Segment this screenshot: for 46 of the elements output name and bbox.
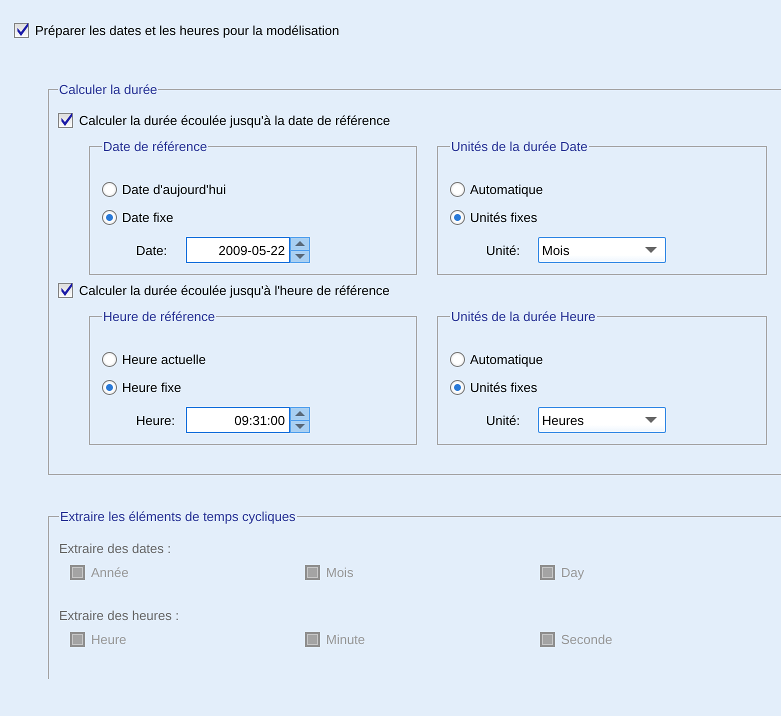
- radio-button[interactable]: [450, 380, 465, 394]
- radio-label: Heure fixe: [122, 380, 182, 394]
- group-title: Calculer la durée: [58, 82, 158, 97]
- radio-label: Automatique: [470, 182, 543, 196]
- group-title: Date de référence: [102, 139, 208, 154]
- section-label: Extraire des dates :: [59, 540, 172, 558]
- field-label: Heure:: [136, 412, 176, 428]
- radio-button[interactable]: [450, 352, 465, 366]
- checkbox[interactable]: [58, 282, 73, 298]
- dropdown[interactable]: Heures: [538, 407, 666, 433]
- radio-label: Unités fixes: [470, 380, 538, 394]
- checkbox-label: Heure: [91, 632, 126, 646]
- group-title: Unités de la durée Date: [450, 139, 589, 154]
- radio-label: Unités fixes: [470, 210, 538, 224]
- checkbox-label: Seconde: [561, 632, 612, 646]
- radio-label: Heure actuelle: [122, 352, 206, 366]
- input-field[interactable]: 2009-05-22: [186, 237, 290, 263]
- radio-button[interactable]: [102, 210, 117, 224]
- checkbox[interactable]: [58, 112, 73, 128]
- radio-label: Date fixe: [122, 210, 174, 224]
- field-label: Date:: [136, 242, 168, 258]
- checkbox-label: Day: [561, 564, 584, 580]
- field-label: Unité:: [486, 242, 521, 258]
- checkbox[interactable]: [14, 22, 29, 38]
- radio-button[interactable]: [102, 380, 117, 394]
- radio-button[interactable]: [450, 210, 465, 224]
- radio-button[interactable]: [102, 352, 117, 366]
- group-title: Unités de la durée Heure: [450, 309, 597, 324]
- group-title: Heure de référence: [102, 309, 216, 324]
- section-label: Extraire des heures :: [59, 607, 180, 625]
- radio-label: Automatique: [470, 352, 543, 366]
- spin-buttons[interactable]: [290, 407, 310, 433]
- dropdown[interactable]: Mois: [538, 237, 666, 263]
- radio-button[interactable]: [102, 182, 117, 196]
- checkbox-label: Mois: [326, 564, 354, 580]
- checkbox-label: Calculer la durée écoulée jusqu'à la date de référence: [79, 112, 390, 128]
- group-title: Extraire les éléments de temps cycliques: [59, 509, 297, 524]
- field-label: Unité:: [486, 412, 521, 428]
- spin-buttons[interactable]: [290, 237, 310, 263]
- checkbox-label: Minute: [326, 632, 366, 646]
- radio-label: Date d'aujourd'hui: [122, 182, 226, 196]
- checkbox-label: Calculer la durée écoulée jusqu'à l'heure de référence: [79, 282, 390, 298]
- checkbox-label: Préparer les dates et les heures pour la modélisation: [35, 22, 340, 38]
- radio-button[interactable]: [450, 182, 465, 196]
- checkbox-label: Année: [91, 564, 129, 580]
- input-field[interactable]: 09:31:00: [186, 407, 290, 433]
